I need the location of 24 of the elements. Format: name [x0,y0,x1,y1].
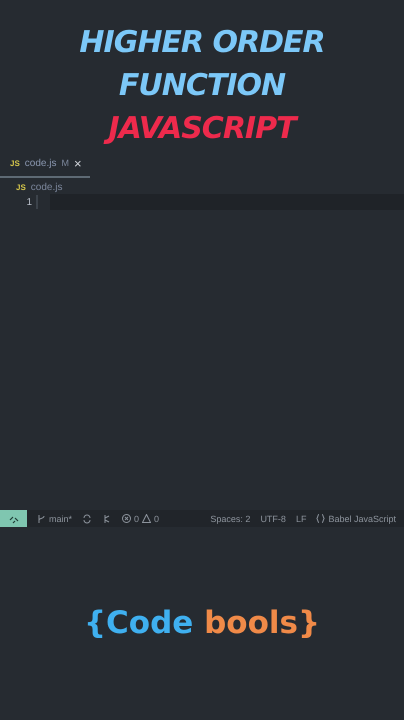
js-file-icon: JS [10,158,20,168]
branch-indicator[interactable]: main* [37,514,72,524]
warning-icon [142,514,152,523]
branch-icon [37,514,46,524]
language-mode[interactable]: Babel JavaScript [316,514,396,524]
js-file-icon: JS [16,182,26,192]
line-number: 1 [25,196,33,208]
tab-label: code.js [24,158,56,168]
status-item[interactable]: LF [296,514,306,524]
sync-icon[interactable] [82,514,92,524]
headline-text: HIGHER ORDER [78,24,326,62]
breadcrumb-item[interactable]: code.js [30,182,62,192]
status-item[interactable]: UTF-8 [260,514,286,524]
remote-button[interactable] [0,510,27,527]
error-icon [122,514,132,523]
remote-icon [8,514,18,524]
close-icon[interactable]: × [74,156,82,170]
status-item[interactable]: Spaces: 2 [210,514,250,524]
modified-indicator: M [61,158,69,168]
headline-text: FUNCTION [118,67,286,105]
problems-indicator[interactable]: 0 0 [122,514,160,524]
braces-icon [316,514,326,523]
headline-text: JAVASCRIPT [102,108,302,149]
brand-logo: {Code bools} [82,605,322,641]
